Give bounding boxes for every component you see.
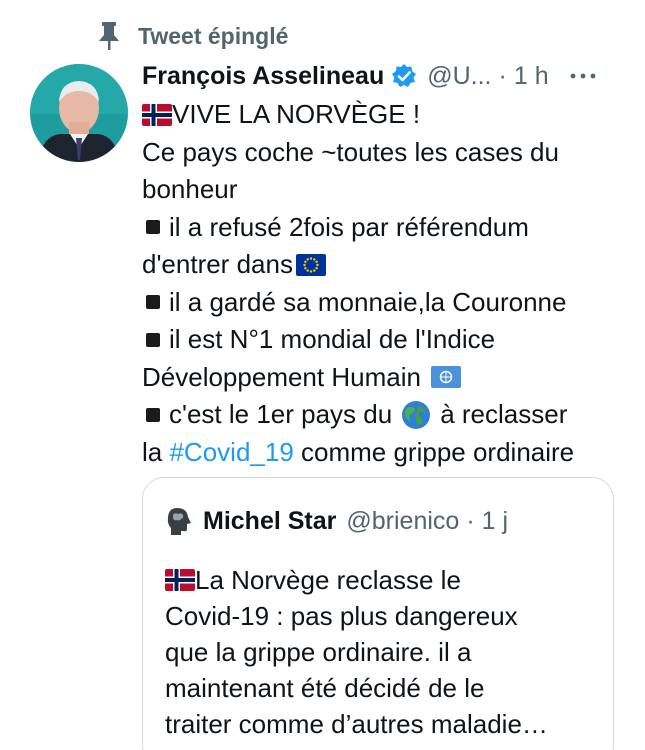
tweet-line: il est N°1 mondial de l'Indice [169, 324, 496, 354]
tweet-line: Ce pays coche ~toutes les cases du [142, 136, 559, 167]
tweet-header: François Asselineau @U... · 1 h [142, 58, 622, 94]
quoted-line: Covid-19 : pas plus dangereux [165, 601, 518, 631]
author-handle[interactable]: @U... [427, 62, 491, 91]
tweet-line: d'entrer dans [142, 249, 293, 279]
time-separator: · [466, 506, 475, 535]
bullet-square-icon [146, 295, 160, 310]
pin-icon [99, 22, 119, 50]
bullet-square-icon [146, 220, 160, 235]
bullet-square-icon [146, 332, 160, 347]
quoted-line: maintenant été décidé de le [165, 673, 485, 703]
eu-flag-icon [295, 253, 326, 276]
tweet-time[interactable]: 1 h [514, 62, 549, 91]
tweet-line: à reclasser [440, 399, 568, 429]
quoted-tweet[interactable]: Michel Star @brienico · 1 j La Norvège r… [142, 477, 614, 750]
tweet-line: Développement Humain [142, 361, 421, 392]
time-separator: · [498, 61, 507, 90]
author-name[interactable]: François Asselineau [142, 62, 384, 91]
tweet-body: VIVE LA NORVÈGE ! Ce pays coche ~toutes … [142, 96, 628, 471]
more-icon[interactable] [569, 72, 597, 80]
avatar[interactable] [30, 64, 128, 162]
globe-icon [402, 400, 431, 429]
hashtag-link[interactable]: #Covid_19 [169, 434, 293, 472]
quoted-tweet-header: Michel Star @brienico · 1 j [165, 504, 508, 538]
tweet-line: il a refusé 2fois par référendum [169, 211, 529, 242]
un-flag-icon [430, 366, 461, 389]
quoted-author-name[interactable]: Michel Star [203, 507, 336, 536]
tweet-line: la [142, 436, 170, 467]
tweet-line: bonheur [142, 174, 238, 204]
tweet-line: comme grippe ordinaire [293, 436, 575, 467]
quoted-author-handle[interactable]: @brienico [346, 507, 459, 536]
tweet-line: c'est le 1er pays du [169, 399, 393, 429]
pinned-label: Tweet épinglé [138, 22, 289, 49]
bullet-square-icon [146, 407, 160, 422]
quoted-line: La Norvège reclasse le [195, 565, 461, 595]
norway-flag-icon [165, 569, 195, 591]
tweet-line: il a gardé sa monnaie,la Couronne [169, 286, 567, 317]
quote-avatar-icon[interactable] [165, 506, 193, 536]
verified-icon [392, 64, 417, 87]
quoted-tweet-time[interactable]: 1 j [482, 507, 508, 536]
quoted-line: que la grippe ordinaire. il a [165, 637, 472, 667]
pinned-indicator: Tweet épinglé [96, 18, 288, 54]
tweet-line: VIVE LA NORVÈGE ! [172, 99, 421, 129]
quoted-line: traiter comme d’autres maladie… [165, 709, 548, 739]
norway-flag-icon [142, 103, 172, 126]
quoted-tweet-body: La Norvège reclasse le Covid-19 : pas pl… [165, 562, 597, 742]
